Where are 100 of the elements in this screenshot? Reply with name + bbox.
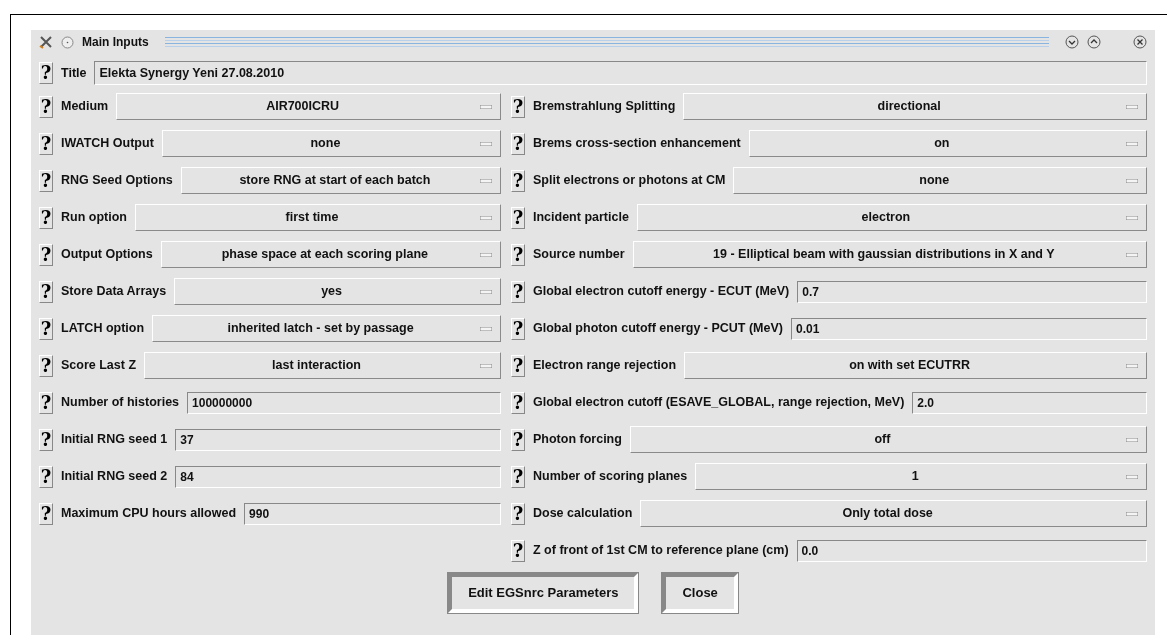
field-label: Global photon cutoff energy - PCUT (MeV) [533, 320, 783, 338]
field-label: Initial RNG seed 1 [61, 431, 168, 449]
dropdown[interactable]: directional [683, 93, 1147, 120]
field-label: Run option [61, 209, 127, 227]
help-button[interactable]: ? [39, 95, 53, 118]
window-title: Main Inputs [82, 34, 149, 51]
field-label: Bremstrahlung Splitting [533, 98, 676, 116]
dropdown[interactable]: store RNG at start of each batch [180, 167, 501, 194]
menu-indicator-icon [480, 289, 492, 294]
tools-icon[interactable] [39, 35, 53, 49]
dropdown[interactable]: phase space at each scoring plane [160, 241, 501, 268]
help-button[interactable]: ? [511, 465, 525, 488]
menu-indicator-icon [480, 363, 492, 368]
field-label: Store Data Arrays [61, 283, 167, 301]
field-label: Title [61, 64, 87, 82]
dropdown[interactable]: 1 [695, 463, 1147, 490]
help-button[interactable]: ? [39, 169, 53, 192]
menu-indicator-icon [480, 326, 492, 331]
input-field[interactable]: Elekta Synergy Yeni 27.08.2010 [94, 61, 1147, 85]
field-label: Incident particle [533, 209, 629, 227]
menu-indicator-icon [480, 178, 492, 183]
help-button[interactable]: ? [511, 317, 525, 340]
help-button[interactable]: ? [39, 428, 53, 451]
help-button[interactable]: ? [511, 502, 525, 525]
help-button[interactable]: ? [511, 391, 525, 414]
input-field[interactable]: 0.7 [797, 280, 1147, 303]
dropdown[interactable]: electron [636, 204, 1147, 231]
help-button[interactable]: ? [511, 428, 525, 451]
menu-indicator-icon [480, 104, 492, 109]
help-button[interactable]: ? [511, 132, 525, 155]
help-button[interactable]: ? [511, 243, 525, 266]
input-field[interactable]: 990 [244, 502, 501, 525]
dropdown[interactable]: off [629, 426, 1147, 453]
dialog-button[interactable]: Close [662, 573, 738, 613]
help-button[interactable]: ? [39, 243, 53, 266]
menu-indicator-icon [480, 141, 492, 146]
help-button[interactable]: ? [39, 391, 53, 414]
help-button[interactable]: ? [39, 502, 53, 525]
help-button[interactable]: ? [511, 206, 525, 229]
menu-indicator-icon [1126, 178, 1138, 183]
field-label: Output Options [61, 246, 153, 264]
help-button[interactable]: ? [39, 465, 53, 488]
menu-indicator-icon [1126, 437, 1138, 442]
input-field[interactable]: 0.0 [796, 539, 1147, 562]
dropdown[interactable]: yes [174, 278, 501, 305]
input-field[interactable]: 84 [175, 465, 501, 488]
help-button[interactable]: ? [39, 280, 53, 303]
menu-indicator-icon [1126, 511, 1138, 516]
field-label: Z of front of 1st CM to reference plane (cm) [533, 542, 789, 560]
help-button[interactable]: ? [511, 95, 525, 118]
help-button[interactable]: ? [511, 539, 525, 562]
field-label: Score Last Z [61, 357, 137, 375]
menu-indicator-icon [1126, 104, 1138, 109]
input-field[interactable]: 2.0 [912, 391, 1147, 414]
menu-indicator-icon [1126, 141, 1138, 146]
field-label: Medium [61, 98, 109, 116]
field-label: Dose calculation [533, 505, 633, 523]
dropdown[interactable]: first time [134, 204, 501, 231]
field-label: Split electrons or photons at CM [533, 172, 726, 190]
menu-indicator-icon [1126, 363, 1138, 368]
input-field[interactable]: 0.01 [791, 317, 1147, 340]
dropdown[interactable]: on [748, 130, 1147, 157]
dropdown[interactable]: none [733, 167, 1147, 194]
field-label: LATCH option [61, 320, 145, 338]
help-button[interactable]: ? [39, 132, 53, 155]
dropdown[interactable]: none [161, 130, 501, 157]
field-label: Electron range rejection [533, 357, 677, 375]
field-label: Number of histories [61, 394, 180, 412]
field-label: Initial RNG seed 2 [61, 468, 168, 486]
dropdown[interactable]: 19 - Elliptical beam with gaussian distributions in X and Y [632, 241, 1147, 268]
help-button[interactable]: ? [39, 354, 53, 377]
field-label: Number of scoring planes [533, 468, 688, 486]
input-field[interactable]: 37 [175, 428, 501, 451]
field-label: Global electron cutoff (ESAVE_GLOBAL, range rejection, MeV) [533, 394, 905, 412]
field-label: RNG Seed Options [61, 172, 173, 190]
help-button[interactable]: ? [511, 169, 525, 192]
dropdown[interactable]: AIR700ICRU [116, 93, 501, 120]
dialog-button[interactable]: Edit EGSnrc Parameters [448, 573, 639, 613]
field-label: Source number [533, 246, 625, 264]
dropdown[interactable]: on with set ECUTRR [684, 352, 1147, 379]
help-button[interactable]: ? [511, 354, 525, 377]
dropdown[interactable]: last interaction [144, 352, 501, 379]
help-button[interactable]: ? [39, 317, 53, 340]
minimize-icon[interactable] [1065, 35, 1079, 49]
dropdown[interactable]: inherited latch - set by passage [152, 315, 501, 342]
menu-indicator-icon [480, 215, 492, 220]
help-button[interactable]: ? [39, 206, 53, 229]
menu-indicator-icon [480, 252, 492, 257]
close-icon[interactable] [1133, 35, 1147, 49]
help-button[interactable]: ? [39, 62, 53, 84]
field-label: Brems cross-section enhancement [533, 135, 741, 153]
input-field[interactable]: 100000000 [187, 391, 501, 414]
field-label: Maximum CPU hours allowed [61, 505, 237, 523]
help-button[interactable]: ? [511, 280, 525, 303]
menu-indicator-icon [1126, 474, 1138, 479]
field-label: Global electron cutoff energy - ECUT (MeV) [533, 283, 790, 301]
dropdown[interactable]: Only total dose [640, 500, 1147, 527]
maximize-icon[interactable] [1087, 35, 1101, 49]
menu-indicator-icon [1126, 252, 1138, 257]
field-label: Photon forcing [533, 431, 622, 449]
